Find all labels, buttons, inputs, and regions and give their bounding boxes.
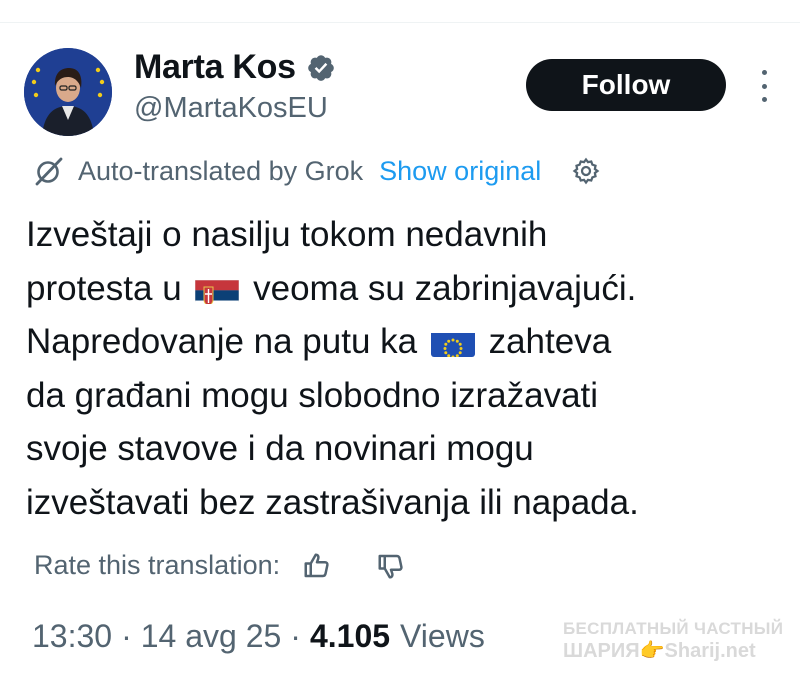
- separator: ·: [121, 618, 132, 654]
- tweet-text-segment: Napredovanje na putu ka: [26, 322, 418, 362]
- tweet-line: Napredovanje na putu ka zahteva: [26, 315, 786, 369]
- views-label: Views: [400, 618, 485, 654]
- tweet-line: izveštavati bez zastrašivanja ili napada…: [26, 482, 639, 522]
- grok-icon: [32, 154, 66, 188]
- tweet-text-segment: zahteva: [488, 322, 612, 362]
- watermark: БЕСПЛАТНЫЙ ЧАСТНЫЙ ШАРИЯ👉Sharij.net: [563, 620, 785, 661]
- tweet-card: Marta Kos @MartaKosEU Follow Auto-transl…: [0, 0, 800, 687]
- views-count: 4.105: [309, 618, 391, 654]
- auto-translated-label: Auto-translated by Grok: [78, 155, 364, 186]
- tweet-date[interactable]: 14 avg 25: [141, 618, 282, 655]
- follow-button[interactable]: Follow: [526, 59, 726, 111]
- more-icon[interactable]: [752, 66, 776, 106]
- translation-bar: Auto-translated by Grok Show original: [32, 152, 601, 190]
- avatar[interactable]: [24, 48, 112, 136]
- show-original-link[interactable]: Show original: [379, 156, 541, 187]
- display-name[interactable]: Marta Kos: [134, 48, 296, 87]
- tweet-meta: 13:30 · 14 avg 25 · 4.105 Views: [32, 618, 485, 655]
- tweet-line: Izveštaji o nasilju tokom nedavnih: [26, 215, 548, 254]
- gear-icon[interactable]: [571, 156, 601, 186]
- name-row: Marta Kos: [134, 48, 336, 87]
- eu-flag-icon: [430, 326, 475, 358]
- tweet-line: svoje stavove i da novinari mogu: [26, 429, 534, 469]
- tweet-text-segment: veoma su zabrinjavajući.: [253, 268, 637, 308]
- tweet-text-segment: protesta u: [26, 268, 182, 308]
- tweet-line: da građani mogu slobodno izražavati: [26, 375, 599, 415]
- rate-translation-label: Rate this translation:: [34, 550, 281, 580]
- tweet-text: Izveštaji o nasilju tokom nedavnih prote…: [26, 208, 786, 530]
- separator: ·: [290, 618, 301, 654]
- thumbs-up-icon[interactable]: [302, 551, 332, 581]
- watermark-line: ШАРИЯ👉Sharij.net: [563, 640, 756, 662]
- divider: [0, 22, 800, 23]
- tweet-line: protesta u veoma su zabrinjavajući.: [26, 262, 786, 316]
- rate-translation-row: Rate this translation:: [34, 550, 406, 581]
- watermark-line: БЕСПЛАТНЫЙ ЧАСТНЫЙ: [563, 619, 784, 638]
- tweet-time[interactable]: 13:30: [32, 618, 112, 655]
- thumbs-down-icon[interactable]: [376, 551, 406, 581]
- user-handle[interactable]: @MartaKosEU: [134, 92, 328, 125]
- verified-badge-icon: [306, 53, 336, 83]
- serbia-flag-icon: [195, 273, 240, 304]
